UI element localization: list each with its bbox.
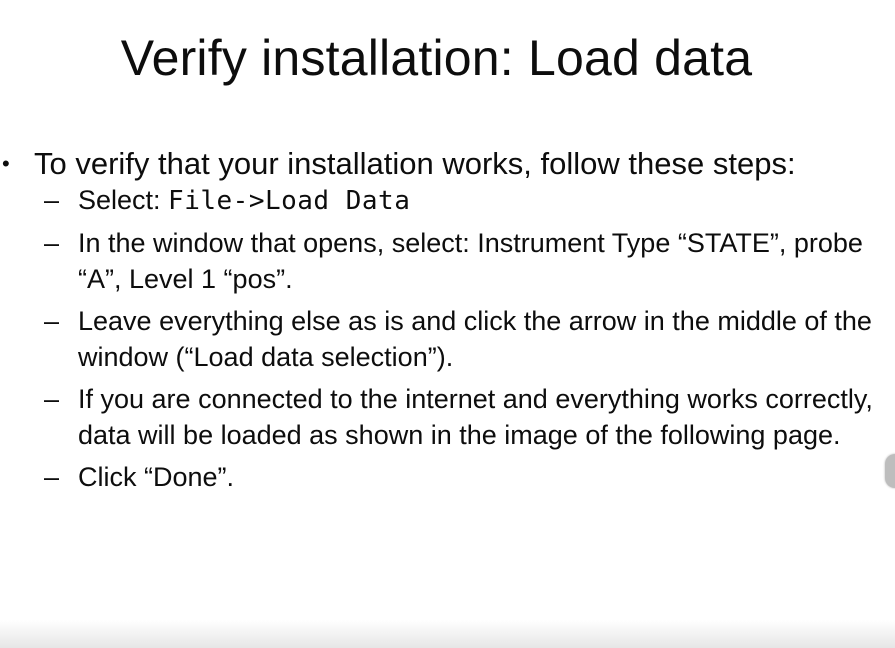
dash-marker: – [44,185,60,215]
scroll-handle[interactable] [885,454,895,488]
step-code: File->Load Data [168,186,411,216]
dash-marker: – [44,228,60,258]
bullet-marker: • [2,151,10,176]
bullet-text: To verify that your installation works, … [34,146,796,181]
step-prefix: Select: [78,185,169,215]
step-text: In the window that opens, select: Instru… [78,228,863,294]
step-data-loaded: – If you are connected to the internet a… [0,381,890,453]
step-text: Click “Done”. [78,462,235,492]
step-text: Leave everything else as is and click th… [78,306,872,372]
dash-marker: – [44,462,60,492]
step-select-instrument: – In the window that opens, select: Inst… [0,225,890,297]
bottom-shadow-bar [0,620,895,648]
dash-marker: – [44,306,60,336]
step-select-file: – Select: File->Load Data [0,182,890,219]
bullet-item: • To verify that your installation works… [0,142,890,186]
steps-list: – Select: File->Load Data – In the windo… [0,182,890,495]
slide-title: Verify installation: Load data [120,30,753,86]
step-click-arrow: – Leave everything else as is and click … [0,303,890,375]
slide: Verify installation: Load data • To veri… [0,0,895,648]
step-click-done: – Click “Done”. [0,459,890,495]
slide-content: • To verify that your installation works… [0,142,890,501]
step-text: If you are connected to the internet and… [78,384,873,450]
dash-marker: – [44,384,60,414]
